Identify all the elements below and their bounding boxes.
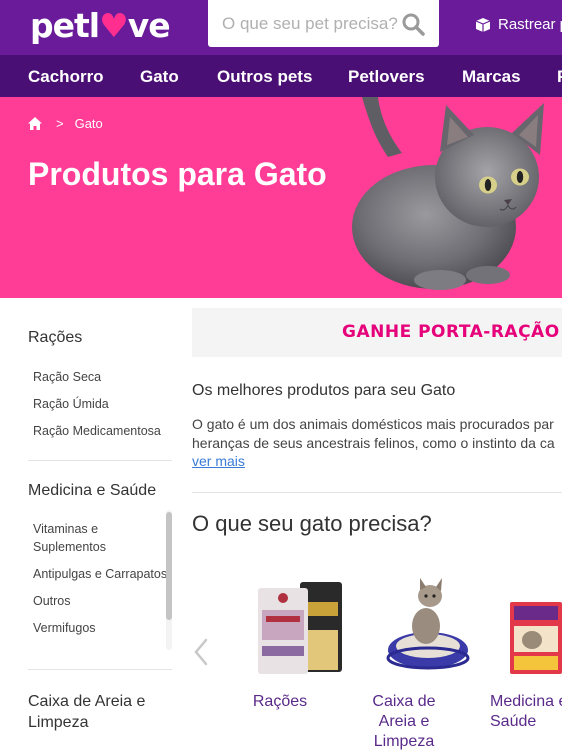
sidebar-link-vitaminas[interactable]: Vitaminas e Suplementos <box>33 520 123 556</box>
nav-item-petlovers[interactable]: Petlovers <box>348 67 425 87</box>
home-icon[interactable] <box>28 117 42 130</box>
sidebar-divider <box>28 669 172 670</box>
sidebar-link-racao-umida[interactable]: Ração Úmida <box>33 395 173 413</box>
description-line: heranças de seus ancestrais felinos, com… <box>192 435 555 451</box>
sidebar-link-racao-medicamentosa[interactable]: Ração Medicamentosa <box>33 422 173 440</box>
nav-item-cachorro[interactable]: Cachorro <box>28 67 104 87</box>
cat-hero-image <box>352 97 544 290</box>
page-title: Produtos para Gato <box>28 156 327 192</box>
sidebar-scrollbar-thumb[interactable] <box>166 512 172 620</box>
main-nav: Cachorro Gato Outros pets Petlovers Marc… <box>0 55 562 97</box>
track-order-link[interactable]: Rastrear p <box>475 16 562 33</box>
category-caixa-areia[interactable]: Caixa de Areia e Limpeza <box>360 692 448 752</box>
sidebar-heading-medicina[interactable]: Medicina e Saúde <box>28 482 156 500</box>
logo-heart: ♥ <box>99 6 129 45</box>
sidebar-link-antipulgas[interactable]: Antipulgas e Carrapatos <box>33 565 173 583</box>
box-icon <box>475 17 491 32</box>
promo-text: GANHE PORTA-RAÇÃO N <box>342 322 562 342</box>
nav-item-more[interactable]: P <box>557 67 562 87</box>
logo-text-end: ve <box>127 6 171 45</box>
search-icon[interactable] <box>401 12 425 36</box>
chevron-left-icon[interactable] <box>193 638 209 666</box>
section-divider <box>192 492 562 493</box>
description-line: O gato é um dos animais domésticos mais … <box>192 416 554 432</box>
nav-item-marcas[interactable]: Marcas <box>462 67 521 87</box>
logo-text-start: petl <box>30 6 100 45</box>
breadcrumb-separator: > <box>56 116 64 131</box>
sidebar-link-outros[interactable]: Outros <box>33 592 173 610</box>
see-more-link[interactable]: ver mais <box>192 453 245 469</box>
category-description: O gato é um dos animais domésticos mais … <box>192 415 562 453</box>
track-order-label: Rastrear p <box>498 16 562 33</box>
breadcrumb-current: Gato <box>74 116 103 131</box>
category-hero: > Gato Produtos para Gato <box>0 97 562 298</box>
promo-text-highlight: GANHE PORTA-RAÇÃO <box>342 322 560 342</box>
medicina-thumbnail[interactable] <box>510 600 562 676</box>
petlove-logo[interactable]: petl♥ve <box>30 6 171 45</box>
sidebar-link-vermifugos[interactable]: Vermifugos <box>33 619 173 637</box>
section-subtitle: Os melhores produtos para seu Gato <box>192 382 456 399</box>
category-racoes[interactable]: Rações <box>236 692 324 712</box>
search-box <box>208 0 439 47</box>
nav-item-outros-pets[interactable]: Outros pets <box>217 67 312 87</box>
sidebar-divider <box>28 460 172 461</box>
nav-item-gato[interactable]: Gato <box>140 67 179 87</box>
promo-banner[interactable]: GANHE PORTA-RAÇÃO N <box>192 308 562 357</box>
sidebar-link-racao-seca[interactable]: Ração Seca <box>33 368 173 386</box>
search-input[interactable] <box>222 3 407 44</box>
needs-section-title: O que seu gato precisa? <box>192 511 432 536</box>
category-medicina-saude[interactable]: Medicina e Saúde <box>484 692 562 732</box>
caixa-areia-thumbnail[interactable] <box>386 574 470 674</box>
sidebar-heading-caixa-areia[interactable]: Caixa de Areia e Limpeza <box>28 691 168 733</box>
breadcrumb: > Gato <box>28 116 103 131</box>
top-header: petl♥ve Rastrear p <box>0 0 562 55</box>
racoes-thumbnail[interactable] <box>252 580 344 676</box>
sidebar-heading-racoes[interactable]: Rações <box>28 329 82 347</box>
